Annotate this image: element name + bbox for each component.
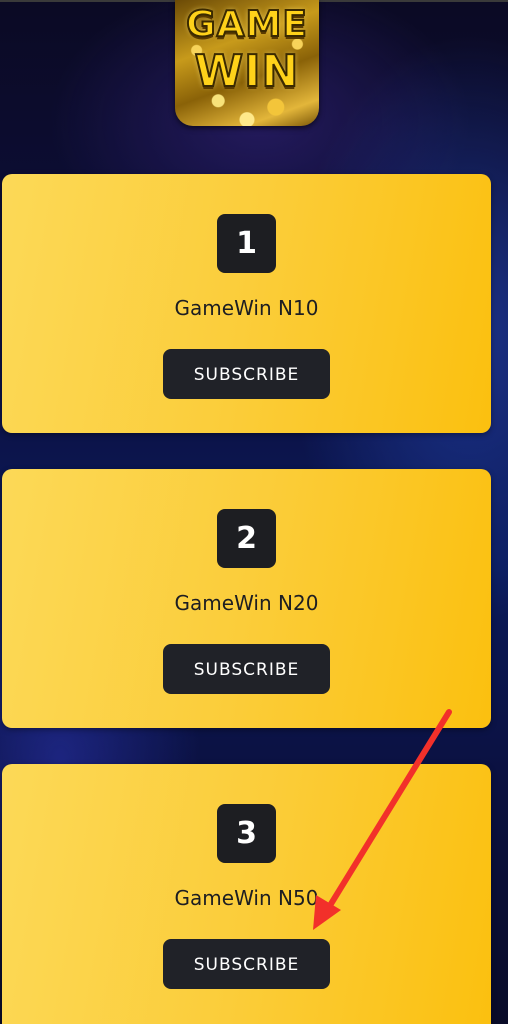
plan-card-1: 1 GameWin N10 SUBSCRIBE (2, 174, 491, 433)
logo-text-game: GAME (185, 3, 308, 46)
gamewin-logo: GAME WIN ✦ (175, 0, 319, 126)
subscribe-button-3[interactable]: SUBSCRIBE (163, 939, 330, 989)
plan-name: GameWin N10 (174, 296, 319, 320)
plan-card-2: 2 GameWin N20 SUBSCRIBE (2, 469, 491, 728)
plan-card-3: 3 GameWin N50 SUBSCRIBE (2, 764, 491, 1024)
plan-number-badge: 2 (217, 509, 276, 568)
plan-name: GameWin N20 (174, 591, 319, 615)
plan-number-badge: 3 (217, 804, 276, 863)
plan-name: GameWin N50 (174, 886, 319, 910)
plan-number-badge: 1 (217, 214, 276, 273)
subscribe-button-1[interactable]: SUBSCRIBE (163, 349, 330, 399)
logo-text-win: WIN (194, 45, 300, 98)
subscribe-button-2[interactable]: SUBSCRIBE (163, 644, 330, 694)
